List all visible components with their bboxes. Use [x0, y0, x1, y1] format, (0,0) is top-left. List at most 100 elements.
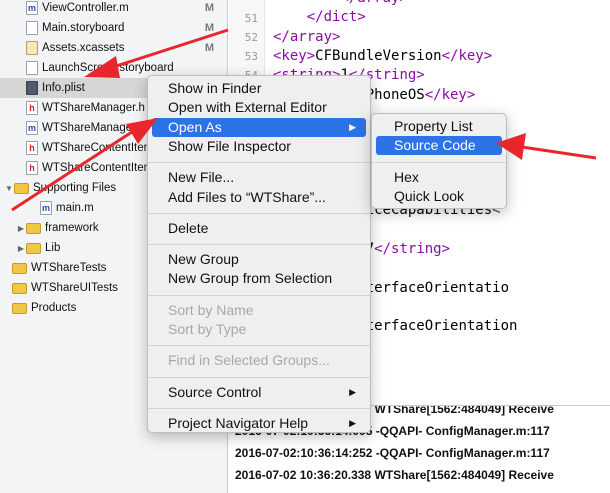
context-menu: Show in Finder Open with External Editor O…: [147, 75, 371, 433]
xml-tag: </dict>: [306, 9, 366, 26]
navigator-item-label: framework: [45, 222, 99, 234]
menu-item-open-with-external-editor[interactable]: Open with External Editor: [152, 98, 366, 117]
menu-item-delete[interactable]: Delete: [152, 219, 366, 238]
folder-icon: [26, 222, 41, 234]
menu-item-label: Open with External Editor: [168, 99, 327, 116]
line-number: 52: [244, 31, 258, 44]
menu-separator: [148, 407, 370, 409]
open-as-submenu: Property List Source Code Hex Quick Look: [371, 113, 507, 209]
navigator-item[interactable]: m ViewController.m M: [0, 0, 227, 18]
submenu-arrow-icon: ▶: [349, 121, 356, 132]
navigator-item-label: Products: [31, 302, 77, 314]
xml-tag: </key>: [441, 47, 493, 64]
menu-item-label: Delete: [168, 219, 209, 236]
folder-icon: [26, 242, 41, 254]
navigator-item-label: Assets.xcassets: [42, 42, 125, 54]
storyboard-file-icon: [26, 21, 38, 35]
menu-item-new-group-from-selection[interactable]: New Group from Selection: [152, 269, 366, 288]
menu-item-label: Show in Finder: [168, 80, 262, 96]
navigator-item-label: ViewController.m: [42, 2, 129, 14]
menu-item-source-code[interactable]: Source Code: [376, 136, 502, 156]
menu-item-hex[interactable]: Hex: [376, 168, 502, 187]
scm-status-badge: M: [204, 2, 214, 14]
menu-item-property-list[interactable]: Property List: [376, 117, 502, 136]
menu-item-label: Source Code: [394, 137, 476, 154]
menu-item-new-file[interactable]: New File...: [152, 168, 366, 187]
scm-status-badge: M: [204, 22, 214, 34]
menu-item-label: Hex: [394, 168, 419, 185]
h-file-icon: h: [26, 141, 38, 155]
folder-icon: [12, 282, 27, 294]
m-file-icon: m: [40, 201, 52, 215]
menu-separator: [148, 294, 370, 296]
asset-catalog-icon: [26, 41, 38, 55]
xml-tag: <key>: [273, 47, 316, 64]
menu-item-show-in-finder[interactable]: Show in Finder: [152, 79, 366, 98]
h-file-icon: h: [26, 161, 38, 175]
scm-status-badge: M: [204, 42, 214, 54]
line-number: 53: [244, 50, 258, 63]
menu-item-open-as[interactable]: Open As ▶: [152, 117, 366, 137]
storyboard-file-icon: [26, 61, 38, 75]
menu-item-label: Open As: [168, 118, 222, 135]
submenu-arrow-icon: ▶: [349, 417, 356, 428]
xml-tag: </key>: [424, 86, 476, 103]
menu-item-label: Property List: [394, 118, 473, 134]
menu-item-label: Sort by Type: [168, 321, 247, 337]
menu-item-sort-by-type: Sort by Type: [152, 320, 366, 339]
console-log-line: 2016-07-02 10:36:20.338 WTShare[1562:484…: [235, 468, 554, 482]
menu-item-label: Sort by Name: [168, 301, 254, 318]
menu-item-label: New Group: [168, 251, 239, 268]
menu-item-add-files-to-wtshare[interactable]: Add Files to “WTShare”...: [152, 188, 366, 207]
m-file-icon: m: [26, 1, 38, 15]
navigator-item-label: Lib: [45, 242, 61, 254]
line-number: 51: [244, 12, 258, 25]
xml-tag: </array>: [273, 28, 341, 45]
menu-separator: [148, 345, 370, 347]
menu-item-quick-look[interactable]: Quick Look: [376, 187, 502, 206]
disclosure-collapsed-icon[interactable]: ▶: [16, 244, 26, 253]
menu-separator: [148, 212, 370, 214]
navigator-item-label: Main.storyboard: [42, 22, 125, 34]
menu-separator: [372, 161, 506, 163]
disclosure-expanded-icon[interactable]: ▼: [4, 184, 14, 193]
navigator-item-label: WTShareContentItem.h: [42, 142, 163, 154]
navigator-item-label: Supporting Files: [33, 182, 117, 194]
navigator-item-label: Info.plist: [42, 82, 85, 94]
code-line: <key>CFBundleVersion</key>: [273, 48, 492, 64]
folder-icon: [14, 182, 29, 194]
menu-item-label: Show File Inspector: [168, 137, 291, 154]
menu-separator: [148, 244, 370, 246]
submenu-arrow-icon: ▶: [349, 386, 356, 397]
navigator-item[interactable]: Main.storyboard M: [0, 18, 227, 38]
code-line: </dict>: [273, 9, 366, 25]
navigator-item-label: WTShareManager.m: [42, 122, 149, 134]
folder-icon: [12, 302, 27, 314]
menu-item-project-navigator-help[interactable]: Project Navigator Help ▶: [152, 414, 366, 433]
menu-separator: [148, 376, 370, 378]
menu-item-label: Quick Look: [394, 187, 465, 204]
xml-tag: </array>: [340, 0, 407, 6]
code-line: </array>: [273, 29, 340, 45]
navigator-item-label: LaunchScreen.storyboard: [42, 62, 174, 74]
navigator-item-label: WTShareManager.h: [42, 102, 145, 114]
navigator-item-label: WTShareTests: [31, 262, 107, 274]
console-log-line: 2016-07-02:10:36:14:252 -QQAPI- ConfigMa…: [235, 446, 550, 460]
navigator-item-label: WTShareUITests: [31, 282, 118, 294]
navigator-item[interactable]: Assets.xcassets M: [0, 38, 227, 58]
menu-item-label: Find in Selected Groups...: [168, 352, 330, 369]
folder-icon: [12, 262, 27, 274]
code-line: </array>: [273, 0, 407, 6]
menu-item-label: Source Control: [168, 383, 262, 400]
menu-separator: [148, 162, 370, 164]
plist-file-icon: [26, 81, 38, 95]
menu-item-new-group[interactable]: New Group: [152, 250, 366, 269]
disclosure-collapsed-icon[interactable]: ▶: [16, 224, 26, 233]
menu-item-source-control[interactable]: Source Control ▶: [152, 383, 366, 402]
menu-item-label: New Group from Selection: [168, 270, 333, 287]
menu-item-show-file-inspector[interactable]: Show File Inspector: [152, 137, 366, 156]
menu-item-label: New File...: [168, 169, 235, 186]
navigator-item-label: main.m: [56, 202, 94, 214]
